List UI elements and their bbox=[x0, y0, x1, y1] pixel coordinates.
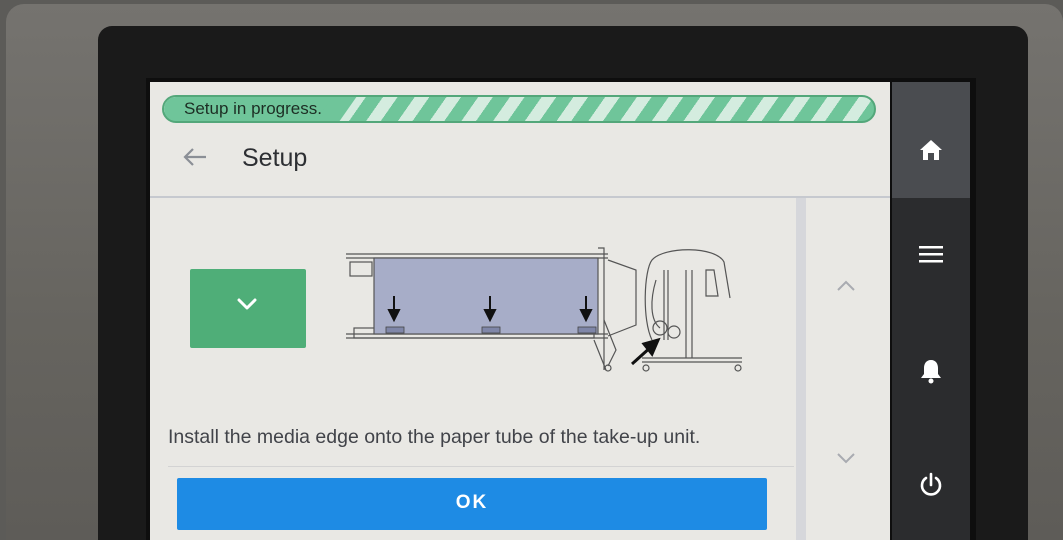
expand-button[interactable] bbox=[190, 269, 306, 348]
divider bbox=[168, 466, 794, 467]
scrollbar[interactable] bbox=[796, 198, 806, 540]
bell-icon bbox=[921, 360, 941, 384]
home-icon bbox=[920, 140, 942, 160]
setup-step-content: Install the media edge onto the paper tu… bbox=[150, 198, 800, 540]
nav-power-button[interactable] bbox=[892, 456, 970, 516]
chevron-down-icon[interactable] bbox=[834, 450, 858, 466]
side-navigation bbox=[892, 82, 970, 540]
page-title: Setup bbox=[242, 144, 308, 172]
touch-screen: Setup in progress. Setup Install the med… bbox=[150, 82, 890, 540]
instruction-text: Install the media edge onto the paper tu… bbox=[168, 426, 701, 448]
ok-button[interactable]: OK bbox=[177, 478, 767, 530]
page-header: Setup bbox=[150, 126, 890, 198]
progress-label: Setup in progress. bbox=[164, 97, 336, 121]
chevron-up-icon[interactable] bbox=[834, 278, 858, 294]
setup-progress-bar: Setup in progress. bbox=[162, 95, 876, 123]
back-arrow-icon[interactable] bbox=[180, 142, 210, 172]
nav-menu-button[interactable] bbox=[892, 228, 970, 288]
take-up-unit-illustration bbox=[346, 247, 742, 372]
nav-home-button[interactable] bbox=[892, 82, 970, 198]
menu-icon bbox=[919, 246, 943, 263]
power-icon bbox=[920, 472, 942, 496]
nav-notifications-button[interactable] bbox=[892, 342, 970, 402]
chevron-down-icon bbox=[237, 298, 257, 310]
